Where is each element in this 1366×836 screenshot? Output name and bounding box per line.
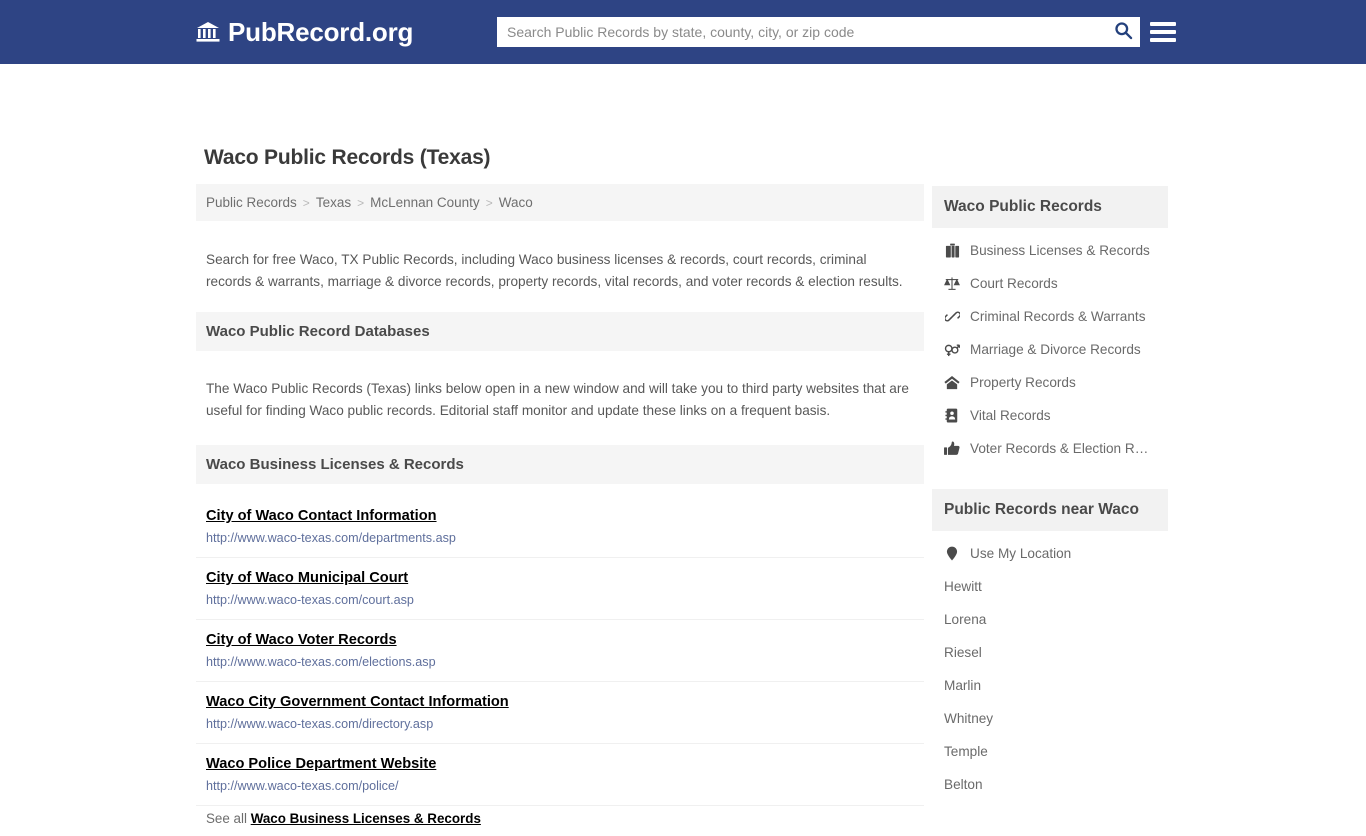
see-all-prefix: See all — [206, 811, 247, 827]
breadcrumb-separator-icon: > — [485, 195, 493, 210]
venus-mars-icon — [944, 342, 960, 357]
search-icon — [1114, 21, 1133, 43]
list-item: Waco Police Department Website http://ww… — [196, 744, 924, 807]
sidebar-item-vital-records[interactable]: Vital Records — [932, 399, 1168, 432]
list-item: City of Waco Contact Information http://… — [196, 496, 924, 559]
home-icon — [944, 375, 960, 390]
sidebar-records-list: Business Licenses & Records Court Record… — [932, 228, 1168, 465]
list-item: City of Waco Voter Records http://www.wa… — [196, 620, 924, 683]
site-header: PubRecord.org — [0, 0, 1366, 64]
sidebar-item-label: Court Records — [970, 276, 1058, 291]
breadcrumb: Public Records > Texas > McLennan County… — [196, 184, 924, 221]
sidebar-item-lorena[interactable]: Lorena — [932, 603, 1168, 636]
sidebar-item-use-my-location[interactable]: Use My Location — [932, 537, 1168, 570]
sidebar-item-voter-records[interactable]: Voter Records & Election R… — [932, 432, 1168, 465]
sidebar-item-label: Criminal Records & Warrants — [970, 309, 1146, 324]
thumbs-up-icon — [944, 441, 960, 456]
sidebar-item-hewitt[interactable]: Hewitt — [932, 570, 1168, 603]
record-link-title[interactable]: Waco City Government Contact Information — [206, 694, 509, 710]
map-pin-icon — [944, 546, 960, 561]
breadcrumb-separator-icon: > — [357, 195, 365, 210]
sidebar-item-criminal-records[interactable]: Criminal Records & Warrants — [932, 300, 1168, 333]
sidebar-item-whitney[interactable]: Whitney — [932, 702, 1168, 735]
sidebar-item-label: Property Records — [970, 375, 1076, 390]
breadcrumb-item-public-records[interactable]: Public Records — [206, 195, 297, 210]
record-link-url[interactable]: http://www.waco-texas.com/court.asp — [206, 593, 914, 607]
record-link-title[interactable]: City of Waco Contact Information — [206, 508, 437, 524]
hamburger-bar — [1150, 30, 1176, 34]
record-link-url[interactable]: http://www.waco-texas.com/elections.asp — [206, 655, 914, 669]
brand-name: PubRecord.org — [228, 16, 414, 47]
handcuffs-icon — [944, 309, 960, 324]
sidebar-item-property-records[interactable]: Property Records — [932, 366, 1168, 399]
record-link-title[interactable]: City of Waco Municipal Court — [206, 570, 408, 586]
business-section-heading: Waco Business Licenses & Records — [196, 445, 924, 485]
databases-section-heading: Waco Public Record Databases — [196, 312, 924, 352]
site-logo[interactable]: PubRecord.org — [196, 17, 413, 48]
search-button[interactable] — [1106, 17, 1140, 47]
address-card-icon — [944, 408, 960, 423]
record-link-url[interactable]: http://www.waco-texas.com/police/ — [206, 779, 914, 793]
list-item: Waco City Government Contact Information… — [196, 682, 924, 745]
breadcrumb-item-waco[interactable]: Waco — [499, 195, 533, 210]
main-content: Waco Public Records (Texas) Public Recor… — [196, 146, 924, 836]
record-link-title[interactable]: City of Waco Voter Records — [206, 632, 397, 648]
bank-icon — [196, 21, 220, 43]
record-link-list: City of Waco Contact Information http://… — [196, 496, 924, 836]
record-link-url[interactable]: http://www.waco-texas.com/departments.as… — [206, 531, 914, 545]
sidebar-item-label: Voter Records & Election R… — [970, 441, 1149, 456]
record-link-title[interactable]: Waco Police Department Website — [206, 756, 436, 772]
page-title: Waco Public Records (Texas) — [204, 146, 491, 169]
balance-scale-icon — [944, 276, 960, 291]
sidebar-near-heading: Public Records near Waco — [932, 489, 1168, 531]
see-all-business-licenses-link[interactable]: Waco Business Licenses & Records — [251, 811, 481, 826]
sidebar-item-riesel[interactable]: Riesel — [932, 636, 1168, 669]
search-input[interactable] — [497, 18, 1106, 46]
page-body: Waco Public Records (Texas) Public Recor… — [0, 64, 1366, 826]
search-bar — [497, 17, 1140, 47]
hamburger-bar — [1150, 22, 1176, 26]
intro-paragraph: Search for free Waco, TX Public Records,… — [206, 251, 903, 289]
sidebar-item-label: Vital Records — [970, 408, 1051, 423]
databases-section-body: The Waco Public Records (Texas) links be… — [206, 380, 909, 418]
hamburger-bar — [1150, 38, 1176, 42]
briefcase-icon — [944, 243, 960, 258]
hamburger-menu-icon[interactable] — [1150, 19, 1176, 45]
sidebar: Waco Public Records Business Licenses & … — [932, 186, 1168, 801]
sidebar-item-business-licenses[interactable]: Business Licenses & Records — [932, 234, 1168, 267]
list-item: City of Waco Municipal Court http://www.… — [196, 558, 924, 621]
sidebar-item-temple[interactable]: Temple — [932, 735, 1168, 768]
sidebar-item-label: Use My Location — [970, 546, 1072, 561]
sidebar-near-list: Use My Location Hewitt Lorena Riesel Mar… — [932, 531, 1168, 801]
sidebar-item-marlin[interactable]: Marlin — [932, 669, 1168, 702]
see-all-row: See all Waco Business Licenses & Records — [196, 806, 924, 836]
sidebar-item-belton[interactable]: Belton — [932, 768, 1168, 801]
sidebar-item-label: Business Licenses & Records — [970, 243, 1150, 258]
sidebar-item-marriage-divorce[interactable]: Marriage & Divorce Records — [932, 333, 1168, 366]
breadcrumb-item-texas[interactable]: Texas — [316, 195, 351, 210]
breadcrumb-separator-icon: > — [302, 195, 310, 210]
sidebar-records-heading: Waco Public Records — [932, 186, 1168, 228]
record-link-url[interactable]: http://www.waco-texas.com/directory.asp — [206, 717, 914, 731]
sidebar-item-court-records[interactable]: Court Records — [932, 267, 1168, 300]
breadcrumb-item-mclennan-county[interactable]: McLennan County — [370, 195, 480, 210]
sidebar-item-label: Marriage & Divorce Records — [970, 342, 1141, 357]
